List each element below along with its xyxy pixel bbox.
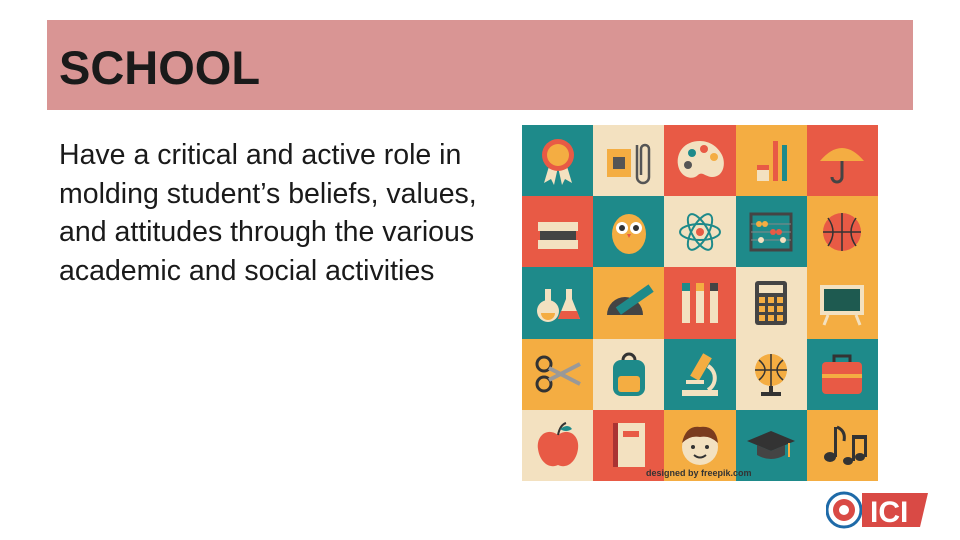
- calculator-icon: [735, 267, 807, 339]
- school-icons-illustration: [522, 125, 878, 481]
- apple-icon: [522, 409, 594, 481]
- illustration-credit: designed by freepik.com: [646, 468, 752, 478]
- atom-icon: [664, 196, 736, 268]
- svg-text:ICI: ICI: [870, 496, 908, 529]
- schoolbag-icon: [806, 338, 878, 410]
- scissors-icon: [522, 338, 594, 410]
- backpack-icon: [593, 338, 665, 410]
- owl-icon: [593, 196, 665, 268]
- microscope-icon: [664, 338, 736, 410]
- slide-body-text: Have a critical and active role in moldi…: [59, 139, 477, 287]
- umbrella-icon: [806, 125, 878, 197]
- markers-icon: [664, 267, 736, 339]
- abacus-icon: [735, 196, 807, 268]
- sharpener-paperclip-icon: [593, 125, 665, 197]
- books-stack-icon: [522, 196, 594, 268]
- pencils-eraser-icon: [735, 125, 807, 197]
- chalkboard-icon: [806, 267, 878, 339]
- ici-logo: ICI: [825, 489, 932, 531]
- flasks-icon: [522, 267, 594, 339]
- globe-icon: [735, 338, 807, 410]
- slide-title: SCHOOL: [59, 41, 261, 94]
- paint-palette-icon: [664, 125, 736, 197]
- music-notes-icon: [806, 409, 878, 481]
- title-bar: SCHOOL: [47, 20, 913, 110]
- protractor-ruler-icon: [593, 267, 665, 339]
- award-ribbon-icon: [522, 125, 594, 197]
- basketball-icon: [806, 196, 878, 268]
